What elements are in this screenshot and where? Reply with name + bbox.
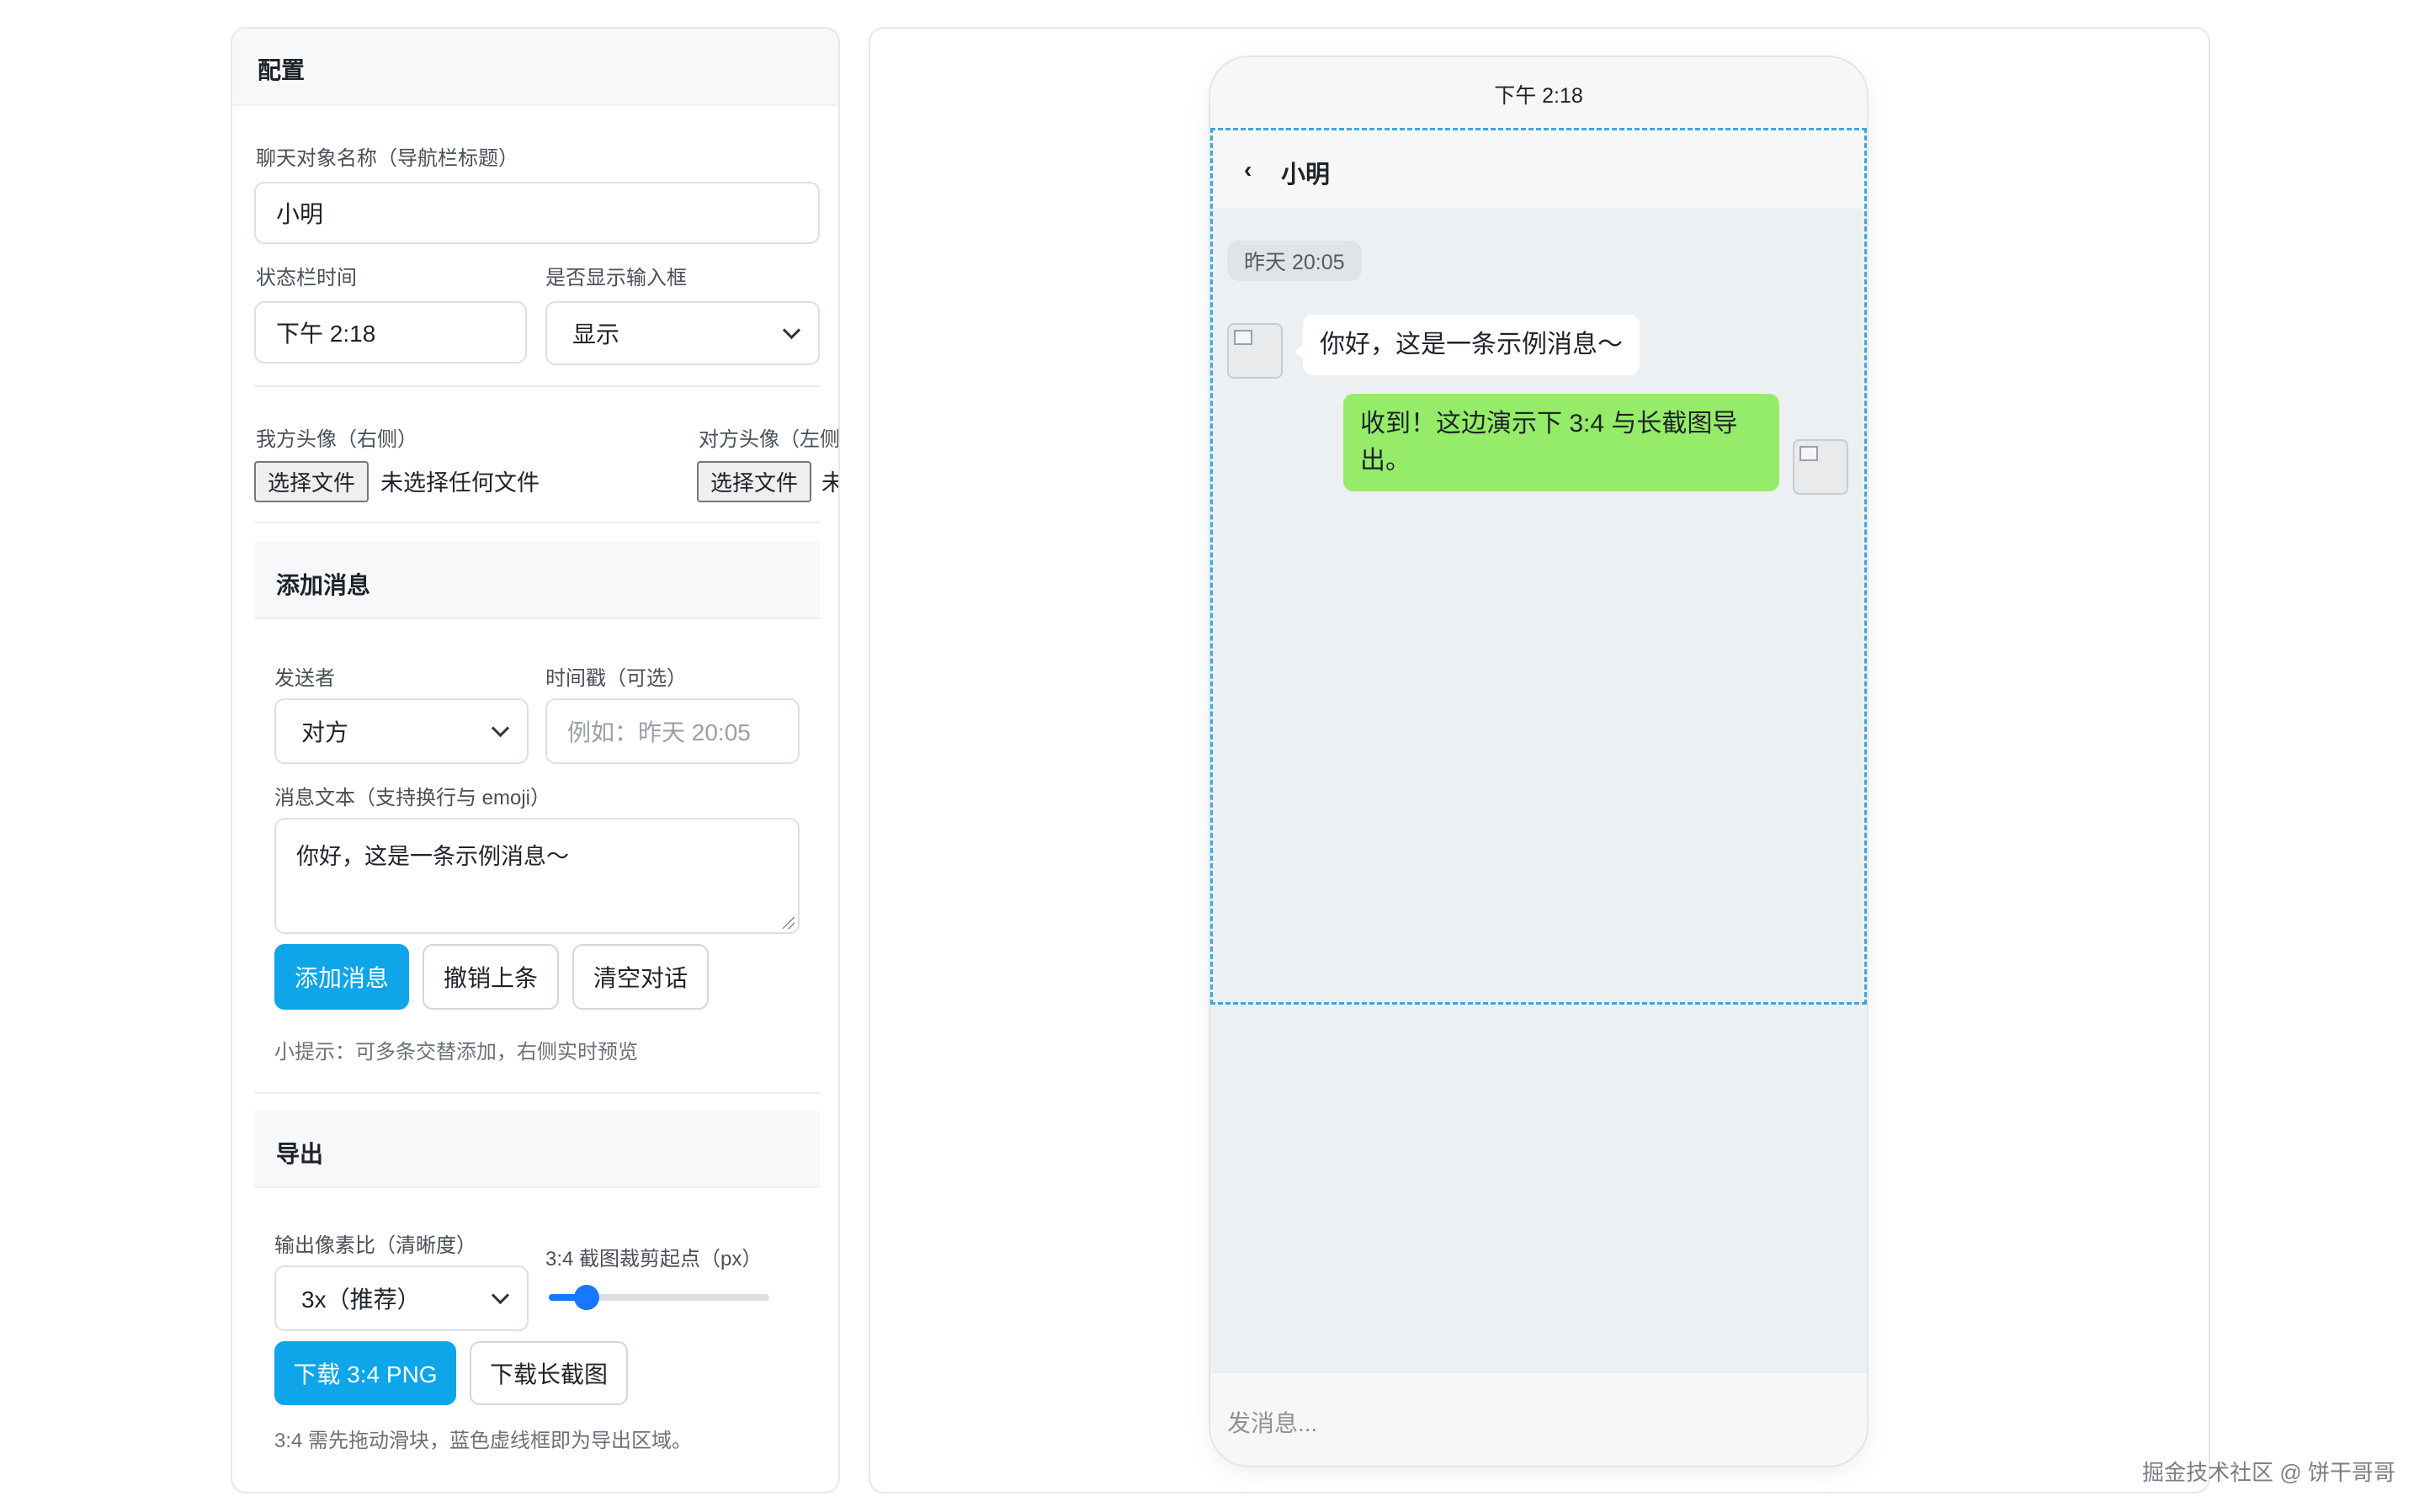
chat-name-label: 聊天对象名称（导航栏标题） [256, 147, 518, 170]
show-input-select[interactable]: 显示 [545, 301, 820, 365]
config-panel-header: 配置 [232, 29, 838, 106]
divider [254, 522, 820, 523]
divider [254, 1092, 820, 1094]
export-hint: 3:4 需先拖动滑块，蓝色虚线框即为导出区域。 [274, 1430, 693, 1452]
add-message-header: 添加消息 [254, 542, 820, 619]
other-avatar-choose-button[interactable]: 选择文件 [697, 461, 812, 502]
chat-input-placeholder: 发消息... [1227, 1410, 1318, 1436]
show-input-value: 显示 [572, 321, 620, 347]
status-time-input[interactable]: 下午 2:18 [254, 301, 527, 363]
chevron-down-icon [491, 1286, 510, 1304]
resize-handle-icon[interactable] [783, 917, 795, 929]
export-title: 导出 [276, 1141, 324, 1167]
my-avatar-file-status: 未选择任何文件 [380, 470, 540, 496]
pixel-ratio-value: 3x（推荐） [301, 1287, 421, 1313]
message-text-value: 你好，这是一条示例消息～ [296, 844, 569, 869]
my-avatar-choose-button[interactable]: 选择文件 [254, 461, 369, 502]
config-title: 配置 [258, 57, 306, 83]
chat-input-bar[interactable]: 发消息... [1210, 1371, 1867, 1466]
other-avatar-label: 对方头像（左侧 [699, 428, 840, 451]
undo-button[interactable]: 撤销上条 [423, 944, 559, 1010]
chat-name-input[interactable]: 小明 [254, 182, 820, 244]
watermark: 掘金技术社区 @ 饼干哥哥 [2142, 1460, 2395, 1485]
pixel-ratio-select[interactable]: 3x（推荐） [274, 1265, 529, 1331]
slider-thumb[interactable] [574, 1285, 599, 1310]
crop-start-label: 3:4 截图裁剪起点（px） [545, 1248, 763, 1271]
add-message-title: 添加消息 [276, 572, 371, 598]
crop-start-slider[interactable] [549, 1281, 769, 1314]
status-time-label: 状态栏时间 [256, 267, 357, 289]
config-panel: 配置 聊天对象名称（导航栏标题） 小明 状态栏时间 下午 2:18 是否显示输入… [231, 27, 840, 1493]
divider [254, 385, 820, 387]
add-message-button[interactable]: 添加消息 [274, 944, 409, 1010]
status-bar: 下午 2:18 [1210, 57, 1867, 131]
sender-value: 对方 [301, 719, 349, 745]
message-text-label: 消息文本（支持换行与 emoji） [274, 787, 551, 809]
sender-label: 发送者 [274, 667, 335, 690]
add-message-hint: 小提示：可多条交替添加，右侧实时预览 [274, 1041, 638, 1064]
pixel-ratio-label: 输出像素比（清晰度） [274, 1234, 476, 1257]
chevron-down-icon [782, 321, 801, 339]
chevron-down-icon [491, 719, 510, 737]
status-time: 下午 2:18 [1494, 84, 1583, 108]
download-34-button[interactable]: 下载 3:4 PNG [274, 1341, 456, 1405]
my-avatar-label: 我方头像（右侧） [256, 428, 417, 451]
timestamp-input[interactable]: 例如：昨天 20:05 [545, 698, 800, 764]
show-input-label: 是否显示输入框 [545, 267, 687, 289]
download-long-button[interactable]: 下载长截图 [470, 1341, 628, 1405]
message-text-area[interactable]: 你好，这是一条示例消息～ [274, 818, 800, 934]
clear-chat-button[interactable]: 清空对话 [572, 944, 709, 1010]
sender-select[interactable]: 对方 [274, 698, 529, 764]
export-header: 导出 [254, 1111, 820, 1188]
crop-region-frame [1210, 128, 1867, 1005]
timestamp-label: 时间戳（可选） [545, 667, 687, 690]
other-avatar-file-status: 未 [821, 464, 838, 497]
